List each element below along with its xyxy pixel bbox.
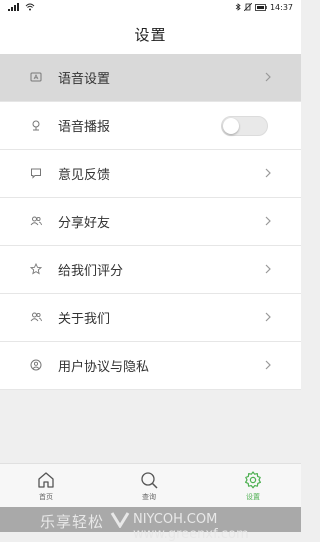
privacy-icon (30, 359, 42, 371)
tab-query[interactable]: 查询 (119, 464, 179, 508)
status-bar: 14:37 (0, 0, 301, 14)
chevron-right-icon (263, 308, 273, 326)
setting-label: 给我们评分 (58, 264, 124, 279)
wifi-icon (25, 3, 35, 11)
bluetooth-icon (235, 3, 241, 11)
setting-about-us[interactable]: 关于我们 (0, 294, 301, 342)
voice-settings-icon (30, 71, 42, 83)
watermark-logo-icon (110, 511, 130, 528)
setting-voice-broadcast: 语音播报 (0, 102, 301, 150)
vibrate-icon (243, 3, 252, 11)
chevron-right-icon (263, 260, 273, 278)
settings-list: 语音设置 语音播报 意见反馈 分享好友 给我们评分 关于我们 用户协议与隐私 (0, 54, 301, 390)
tab-label: 首页 (39, 493, 53, 501)
home-icon (36, 470, 56, 490)
watermark-text-cn: 乐享轻松 (40, 513, 105, 531)
gear-icon (243, 470, 263, 490)
status-left (8, 3, 35, 11)
page-title: 设置 (134, 25, 167, 44)
tab-settings[interactable]: 设置 (223, 464, 283, 508)
setting-share-friends[interactable]: 分享好友 (0, 198, 301, 246)
search-icon (139, 470, 159, 490)
chevron-right-icon (263, 356, 273, 374)
setting-label: 语音播报 (58, 120, 111, 135)
watermark-text-en: NIYCOH.COM www.greenxf.com (133, 512, 249, 542)
bottom-nav: 首页 查询 设置 (0, 463, 301, 508)
toggle-knob (223, 118, 239, 134)
signal-icon (8, 3, 22, 11)
status-right: 14:37 (235, 3, 293, 12)
setting-voice-settings[interactable]: 语音设置 (0, 54, 301, 102)
chevron-right-icon (263, 164, 273, 182)
setting-feedback[interactable]: 意见反馈 (0, 150, 301, 198)
setting-label: 分享好友 (58, 216, 111, 231)
watermark: 乐享轻松 NIYCOH.COM www.greenxf.com (0, 507, 301, 542)
battery-icon (255, 3, 267, 11)
feedback-icon (30, 167, 42, 179)
star-icon (30, 263, 42, 275)
about-us-icon (30, 311, 42, 323)
broadcast-toggle[interactable] (221, 116, 268, 136)
status-time: 14:37 (269, 2, 293, 12)
share-friends-icon (30, 215, 42, 227)
tab-label: 查询 (142, 493, 156, 501)
setting-label: 语音设置 (58, 72, 111, 87)
chevron-right-icon (263, 68, 273, 86)
setting-label: 关于我们 (58, 312, 111, 327)
broadcast-icon (30, 119, 42, 131)
setting-label: 意见反馈 (58, 168, 111, 183)
tab-label: 设置 (246, 493, 260, 501)
setting-rate-us[interactable]: 给我们评分 (0, 246, 301, 294)
chevron-right-icon (263, 212, 273, 230)
header: 设置 (0, 14, 301, 54)
setting-privacy[interactable]: 用户协议与隐私 (0, 342, 301, 390)
setting-label: 用户协议与隐私 (58, 360, 150, 375)
tab-home[interactable]: 首页 (16, 464, 76, 508)
